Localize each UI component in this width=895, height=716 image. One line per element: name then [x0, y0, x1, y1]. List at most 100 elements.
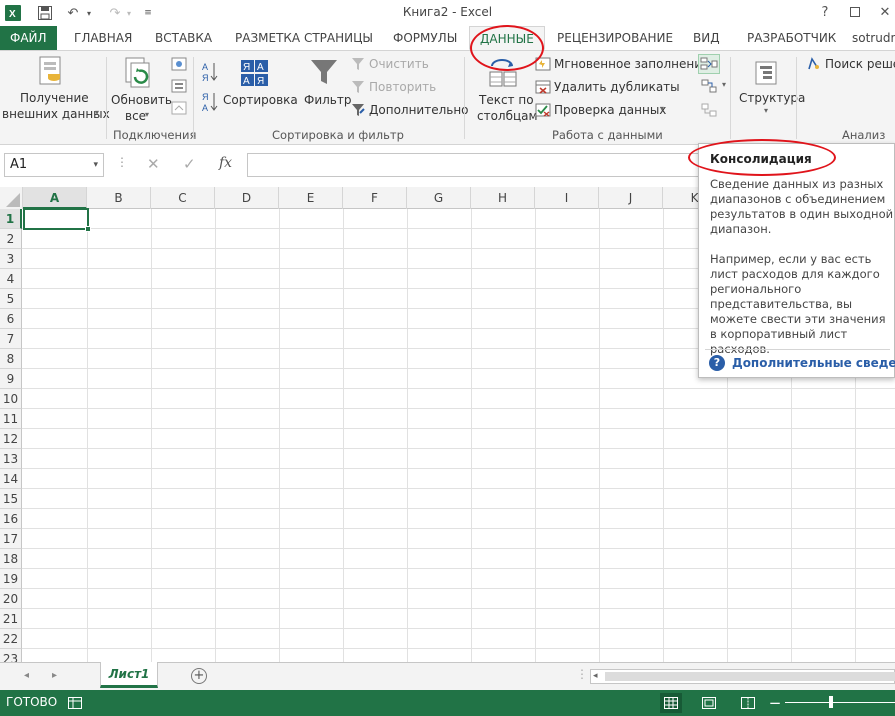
column-header[interactable]: E [279, 187, 343, 209]
text-to-columns-label2[interactable]: столбцам [477, 109, 538, 123]
macro-record-icon[interactable] [64, 693, 86, 713]
help-button[interactable]: ? [815, 2, 835, 22]
advanced-filter-label[interactable]: Дополнительно [369, 103, 469, 117]
refresh-all-label1[interactable]: Обновить [111, 93, 172, 107]
sort-label[interactable]: Сортировка [223, 93, 298, 107]
edit-links-icon[interactable] [170, 100, 188, 116]
insert-function-icon[interactable]: fx [219, 155, 232, 171]
row-header[interactable]: 4 [0, 269, 22, 289]
row-header[interactable]: 12 [0, 429, 22, 449]
column-header[interactable]: F [343, 187, 407, 209]
restore-button[interactable] [845, 2, 865, 22]
advanced-filter-icon[interactable] [350, 102, 366, 118]
row-header[interactable]: 9 [0, 369, 22, 389]
chevron-down-icon[interactable]: ▾ [764, 106, 768, 115]
relationships-icon[interactable] [700, 102, 718, 118]
filter-label[interactable]: Фильтр [304, 93, 351, 107]
cancel-icon[interactable]: ✕ [147, 155, 160, 173]
zoom-slider-track[interactable] [785, 702, 895, 703]
prev-sheet-icon[interactable]: ◂ [24, 670, 29, 681]
horizontal-scrollbar[interactable]: ◂ [590, 669, 895, 684]
solver-icon[interactable] [805, 56, 821, 72]
reapply-filter-label[interactable]: Повторить [369, 80, 436, 94]
connections-icon[interactable] [170, 56, 188, 72]
text-to-columns-label1[interactable]: Текст по [479, 93, 534, 107]
close-button[interactable]: ✕ [875, 2, 895, 22]
user-account[interactable]: sotrudn [852, 26, 895, 50]
outline-icon[interactable] [752, 59, 780, 87]
clear-filter-icon[interactable] [350, 56, 366, 72]
scroll-left-icon[interactable]: ◂ [593, 671, 598, 681]
next-sheet-icon[interactable]: ▸ [52, 670, 57, 681]
sort-za-icon[interactable]: ЯA [202, 91, 218, 113]
row-header[interactable]: 6 [0, 309, 22, 329]
reapply-filter-icon[interactable] [350, 79, 366, 95]
selected-cell[interactable] [23, 208, 91, 232]
clear-filter-label[interactable]: Очистить [369, 57, 429, 71]
name-box[interactable]: A1 ▾ [4, 153, 104, 177]
properties-icon[interactable] [170, 78, 188, 94]
get-external-data-icon[interactable] [36, 55, 64, 87]
tab-review[interactable]: РЕЦЕНЗИРОВАНИЕ [557, 26, 673, 50]
tab-formulas[interactable]: ФОРМУЛЫ [393, 26, 457, 50]
solver-label[interactable]: Поиск решения [825, 57, 895, 71]
row-header[interactable]: 5 [0, 289, 22, 309]
column-header[interactable]: D [215, 187, 279, 209]
column-header[interactable]: H [471, 187, 535, 209]
zoom-slider-knob[interactable] [829, 696, 833, 708]
row-header[interactable]: 23 [0, 649, 22, 662]
column-header[interactable]: J [599, 187, 663, 209]
row-header[interactable]: 8 [0, 349, 22, 369]
row-header[interactable]: 7 [0, 329, 22, 349]
row-header[interactable]: 1 [0, 209, 22, 229]
fill-handle[interactable] [85, 226, 91, 232]
consolidate-icon[interactable] [698, 54, 720, 74]
get-external-data-label1[interactable]: Получение [20, 91, 89, 105]
sort-dialog-icon[interactable]: ЯAAЯ [240, 58, 270, 88]
row-header[interactable]: 19 [0, 569, 22, 589]
column-header[interactable]: A [23, 187, 87, 209]
row-header[interactable]: 2 [0, 229, 22, 249]
more-info-label[interactable]: Дополнительные сведения [732, 356, 895, 370]
sheet-tab-1[interactable]: Лист1 [100, 662, 158, 688]
row-header[interactable]: 13 [0, 449, 22, 469]
page-layout-view-icon[interactable] [698, 693, 720, 713]
tab-developer[interactable]: РАЗРАБОТЧИК [747, 26, 836, 50]
get-external-data-label2[interactable]: внешних данных [2, 107, 110, 121]
chevron-down-icon[interactable]: ▾ [95, 108, 99, 117]
remove-duplicates-label[interactable]: Удалить дубликаты [554, 80, 680, 94]
row-header[interactable]: 16 [0, 509, 22, 529]
flash-fill-label[interactable]: Мгновенное заполнение [554, 57, 709, 71]
row-header[interactable]: 15 [0, 489, 22, 509]
name-box-value[interactable]: A1 [10, 157, 27, 172]
tooltip-more-info-link[interactable]: ? Дополнительные сведения [709, 355, 895, 371]
page-break-view-icon[interactable] [737, 693, 759, 713]
sort-az-icon[interactable]: AЯ [202, 61, 218, 83]
column-header[interactable]: G [407, 187, 471, 209]
row-header[interactable]: 17 [0, 529, 22, 549]
row-header[interactable]: 3 [0, 249, 22, 269]
tab-view[interactable]: ВИД [693, 26, 720, 50]
tab-split-handle[interactable]: ⋮ [576, 667, 588, 681]
column-header[interactable]: I [535, 187, 599, 209]
remove-duplicates-icon[interactable] [535, 79, 551, 95]
chevron-down-icon[interactable]: ▾ [93, 154, 98, 176]
tab-file[interactable]: ФАЙЛ [0, 26, 57, 50]
column-header[interactable]: B [87, 187, 151, 209]
refresh-all-icon[interactable] [122, 55, 156, 89]
column-header[interactable]: C [151, 187, 215, 209]
normal-view-icon[interactable] [660, 693, 682, 713]
chevron-down-icon[interactable]: ▾ [660, 104, 664, 113]
tab-home[interactable]: ГЛАВНАЯ [74, 26, 132, 50]
zoom-out-icon[interactable]: − [764, 693, 786, 713]
row-header[interactable]: 20 [0, 589, 22, 609]
row-header[interactable]: 14 [0, 469, 22, 489]
row-header[interactable]: 22 [0, 629, 22, 649]
row-header[interactable]: 11 [0, 409, 22, 429]
refresh-all-label2[interactable]: все [125, 109, 146, 123]
what-if-analysis-icon[interactable] [700, 78, 718, 94]
tab-page-layout[interactable]: РАЗМЕТКА СТРАНИЦЫ [235, 26, 373, 50]
row-header[interactable]: 18 [0, 549, 22, 569]
select-all-corner[interactable] [0, 187, 23, 209]
row-header[interactable]: 10 [0, 389, 22, 409]
